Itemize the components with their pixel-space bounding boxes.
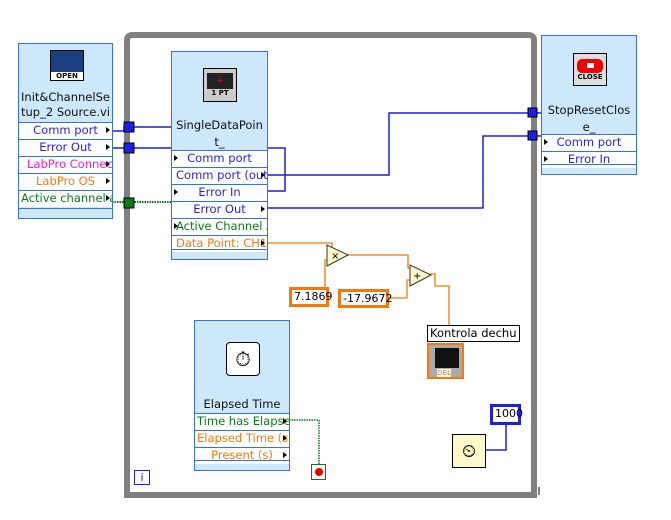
loop-iteration-terminal: i: [134, 470, 150, 485]
product-wire: [346, 254, 412, 269]
terminal-elapsed-time[interactable]: Elapsed Time (s): [195, 430, 289, 447]
error-tunnel: [123, 142, 135, 154]
terminal-time-has-elapsed[interactable]: Time has Elapse: [195, 413, 289, 430]
wait-metronome-icon[interactable]: ⏲: [452, 434, 486, 468]
comm-port-wire: [112, 126, 171, 132]
error-out-wire: [267, 135, 541, 209]
node-title: SingleDataPoint_: [176, 118, 263, 149]
expand-handle[interactable]: [195, 460, 289, 470]
stopwatch-icon: ⏱: [226, 342, 260, 376]
data-point-wire: [267, 242, 333, 250]
multiplier-constant[interactable]: 7.1869: [289, 287, 333, 307]
expand-handle[interactable]: [172, 249, 267, 259]
terminal-comm-port-out[interactable]: Comm port (out: [172, 167, 267, 184]
single-data-point-node[interactable]: + 1 PT SingleDataPoint_ Comm port Comm p…: [171, 51, 268, 260]
expand-handle[interactable]: [19, 208, 112, 218]
error-out-tunnel: [527, 130, 538, 141]
stop-reset-close-node[interactable]: CLOSE StopResetClose_ Comm port Error In: [541, 35, 637, 175]
node-title: Init&ChannelSetup_2 Source.vi: [21, 90, 110, 119]
open-icon: OPEN: [50, 50, 84, 81]
node-title: Elapsed Time: [203, 397, 281, 411]
add-function: +: [409, 264, 433, 287]
close-icon: CLOSE: [573, 53, 607, 86]
1pt-icon: + 1 PT: [203, 68, 237, 102]
terminal-labpro-os[interactable]: LabPro OS: [19, 173, 112, 190]
terminal-labpro-connect[interactable]: LabPro Connect: [19, 156, 112, 173]
node-title: StopResetClose_: [547, 103, 631, 134]
wait-ms-constant[interactable]: 1000: [490, 404, 523, 425]
stop-wire: [289, 419, 320, 464]
terminal-comm-port[interactable]: Comm port: [172, 150, 267, 167]
init-channel-setup-node[interactable]: OPEN Init&ChannelSetup_2 Source.vi Comm …: [18, 43, 113, 219]
comm-port-tunnel: [123, 121, 135, 133]
active-channel-tunnel: [123, 197, 135, 209]
chart-icon: [435, 348, 459, 368]
comm-port-out-tunnel: [527, 107, 538, 118]
terminal-comm-port[interactable]: Comm port: [542, 134, 636, 151]
elapsed-time-node[interactable]: ⏱ Elapsed Time Time has Elapse Elapsed T…: [194, 320, 290, 471]
terminal-error-out[interactable]: Error Out: [172, 201, 267, 218]
waveform-chart-indicator[interactable]: DBL: [427, 343, 464, 379]
terminal-error-out[interactable]: Error Out: [19, 139, 112, 156]
expand-handle[interactable]: [542, 164, 636, 174]
sum-wire: [430, 273, 450, 326]
wait-wire: [484, 424, 507, 451]
svg-text:+: +: [413, 271, 421, 282]
svg-text:×: ×: [331, 251, 339, 262]
indicator-label: Kontrola dechu: [427, 325, 520, 342]
loop-stop-condition[interactable]: [311, 464, 326, 480]
terminal-error-in[interactable]: Error In: [172, 184, 267, 201]
terminal-active-channel[interactable]: Active Channel A: [172, 218, 267, 235]
terminal-comm-port[interactable]: Comm port: [19, 122, 112, 139]
offset-constant[interactable]: -17.9672: [338, 289, 392, 308]
comm-port-out-wire: [267, 112, 541, 176]
terminal-active-channel[interactable]: Active channel a: [19, 190, 112, 207]
multiply-function: ×: [326, 244, 350, 267]
